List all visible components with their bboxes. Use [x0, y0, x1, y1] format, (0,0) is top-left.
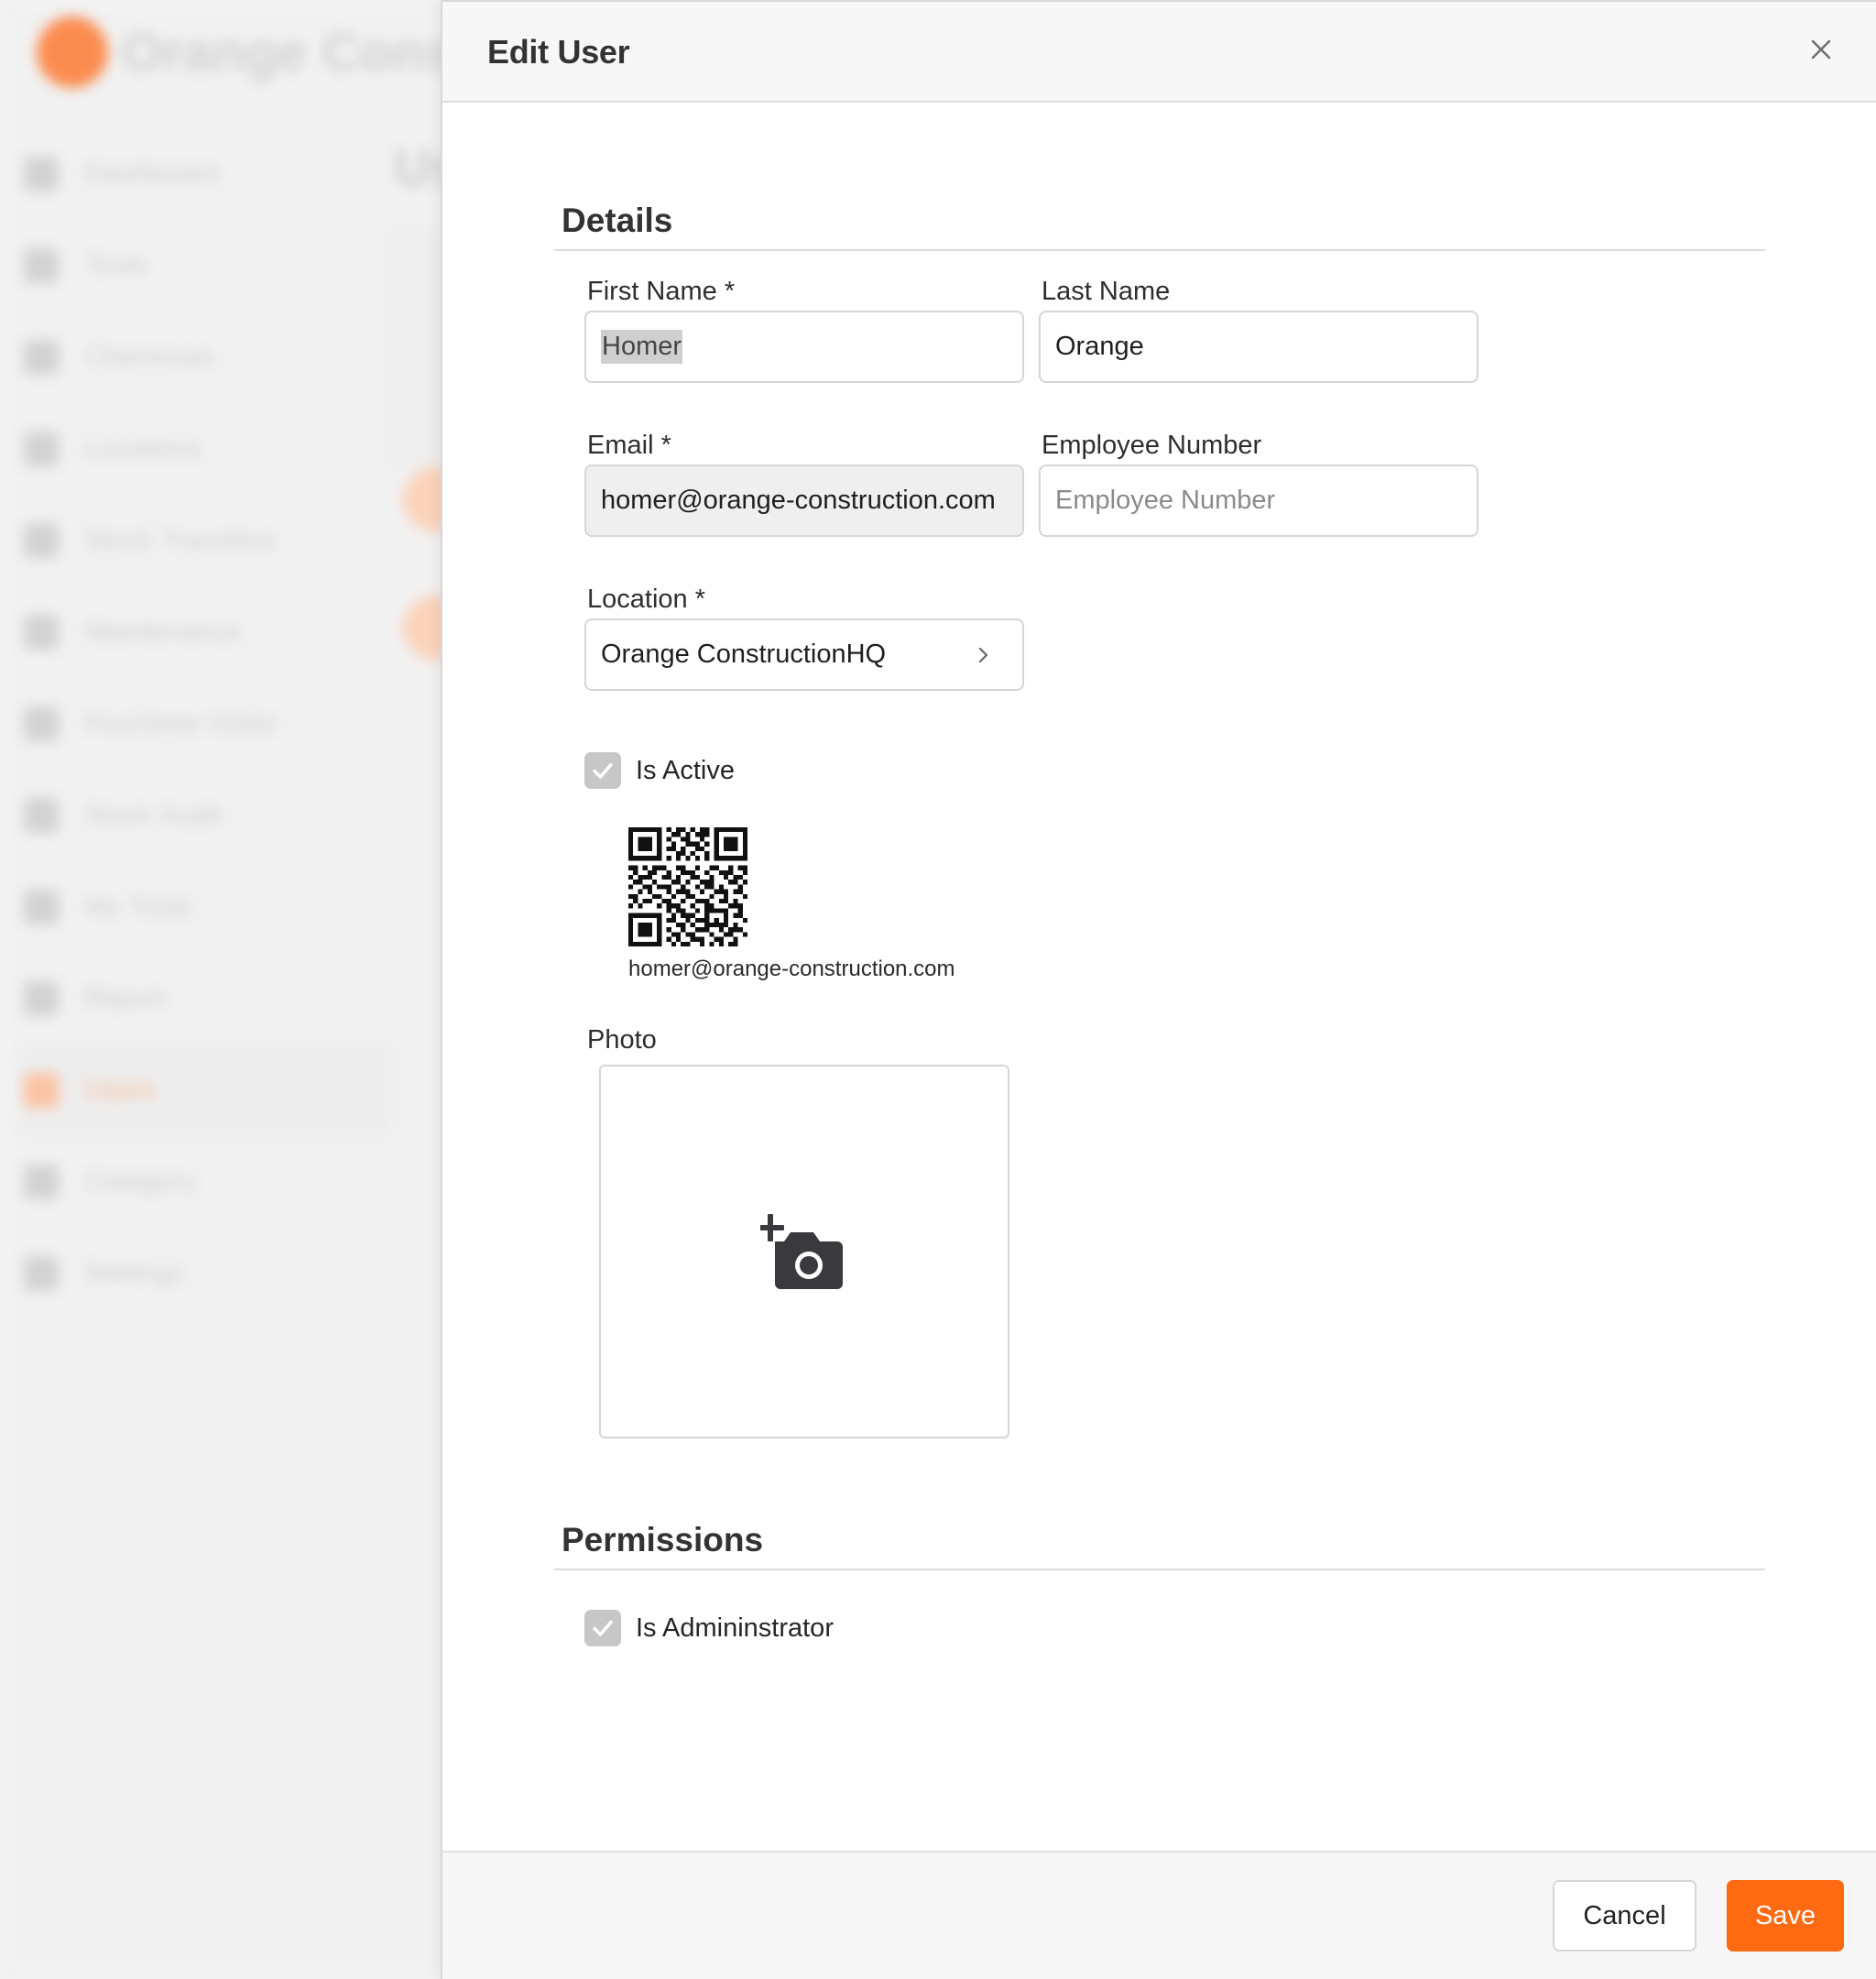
is-active-checkbox[interactable]: Is Active	[584, 752, 735, 789]
sidebar-item-label: Category	[84, 1166, 196, 1197]
sidebar-item-label: Stock Transfers	[84, 525, 276, 555]
details-section-title: Details	[562, 202, 673, 239]
first-name-value: Homer	[601, 330, 683, 364]
sidebar-item-label: Settings	[84, 1258, 184, 1288]
qr-code	[628, 827, 747, 946]
first-name-input[interactable]: Homer	[584, 311, 1024, 383]
email-label: Email *	[587, 431, 671, 460]
permissions-divider	[554, 1569, 1765, 1570]
modal-header: Edit User	[442, 0, 1876, 103]
nav-icon	[24, 248, 59, 283]
sidebar-item: Checkouts	[18, 312, 394, 403]
sidebar-item-label: Maintenance	[84, 617, 242, 647]
employee-number-input[interactable]	[1039, 465, 1478, 537]
last-name-label: Last Name	[1042, 277, 1171, 306]
sidebar-item: Stock Audit	[18, 770, 394, 861]
nav-icon	[24, 615, 59, 650]
checkbox-checked	[584, 1610, 621, 1646]
sidebar-item-label: Tools	[84, 250, 149, 280]
sidebar-item-label: Locations	[84, 433, 202, 464]
location-value: Orange ConstructionHQ	[601, 640, 887, 669]
sidebar-item-label: Purchase Order	[84, 708, 278, 738]
sidebar-item: Settings	[18, 1228, 394, 1319]
cancel-button[interactable]: Cancel	[1553, 1880, 1696, 1952]
sidebar-item: My Tools	[18, 861, 394, 953]
sidebar-item-users: Users	[18, 1044, 394, 1136]
checkmark-icon	[593, 1620, 613, 1636]
close-button[interactable]	[1803, 31, 1839, 68]
nav-icon	[24, 523, 59, 558]
brand-logo	[37, 16, 108, 88]
save-button[interactable]: Save	[1727, 1880, 1844, 1952]
is-administrator-checkbox[interactable]: Is Admininstrator	[584, 1610, 834, 1646]
is-active-label: Is Active	[636, 755, 735, 785]
sidebar-item-label: Stock Audit	[84, 800, 223, 830]
nav-icon	[24, 340, 59, 375]
sidebar-item-label: Dashboard	[84, 159, 219, 189]
location-select[interactable]: Orange ConstructionHQ	[584, 618, 1024, 691]
sidebar-item: Report	[18, 953, 394, 1044]
sidebar-item: Locations	[18, 403, 394, 495]
sidebar-item-label: My Tools	[84, 891, 192, 922]
photo-upload[interactable]	[599, 1065, 1009, 1438]
sidebar-item-label: Users	[84, 1075, 157, 1105]
nav-icon	[24, 1073, 59, 1108]
details-divider	[554, 249, 1765, 251]
nav-icon	[24, 890, 59, 924]
sidebar-item: Purchase Order	[18, 678, 394, 770]
sidebar-item: Maintenance	[18, 586, 394, 678]
employee-number-label: Employee Number	[1042, 431, 1262, 460]
location-label: Location *	[587, 585, 705, 614]
nav-icon	[24, 981, 59, 1016]
permissions-section-title: Permissions	[562, 1521, 764, 1558]
nav-icon	[24, 798, 59, 833]
sidebar-item: Category	[18, 1136, 394, 1228]
nav-icon	[24, 157, 59, 191]
checkmark-icon	[593, 762, 613, 779]
sidebar-item: Stock Transfers	[18, 495, 394, 586]
chevron-right-icon	[978, 647, 988, 662]
photo-label: Photo	[587, 1025, 657, 1055]
sidebar-item: Dashboard	[18, 128, 394, 220]
add-photo-icon	[760, 1214, 843, 1289]
sidebar-item-label: Checkouts	[84, 342, 214, 372]
sidebar-item: Tools	[18, 220, 394, 312]
checkbox-checked	[584, 752, 621, 789]
nav-icon	[24, 1164, 59, 1199]
nav-icon	[24, 1256, 59, 1291]
sidebar-item-label: Report	[84, 983, 168, 1013]
is-administrator-label: Is Admininstrator	[636, 1613, 834, 1643]
email-field[interactable]	[584, 465, 1024, 537]
background-sidebar: Dashboard Tools Checkouts Locations Stoc…	[18, 128, 394, 1319]
modal-title: Edit User	[487, 33, 630, 71]
edit-user-modal: Edit User Details First Name * Homer Las…	[441, 0, 1876, 1979]
first-name-label: First Name *	[587, 277, 736, 306]
qr-caption: homer@orange-construction.com	[628, 957, 955, 981]
nav-icon	[24, 706, 59, 741]
nav-icon	[24, 432, 59, 466]
close-icon	[1811, 39, 1831, 60]
last-name-input[interactable]	[1039, 311, 1478, 383]
